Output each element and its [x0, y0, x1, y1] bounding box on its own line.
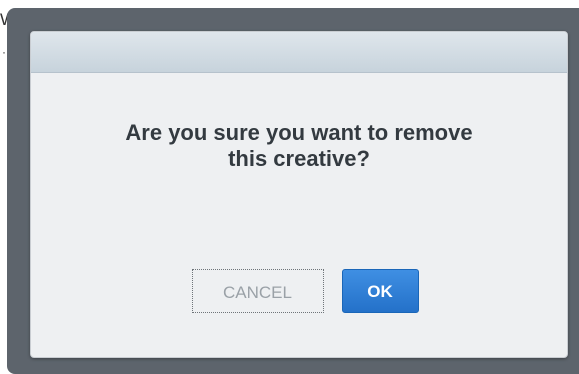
cancel-button[interactable]: CANCEL [191, 269, 324, 313]
background-text-fragment-2: · [2, 45, 6, 59]
dialog-buttons: CANCEL OK [31, 269, 567, 313]
dialog-message-line-2: this creative? [228, 146, 370, 171]
dialog-message-line-1: Are you sure you want to remove [125, 120, 473, 145]
dialog-message: Are you sure you want to remove this cre… [31, 120, 567, 172]
ok-button[interactable]: OK [341, 269, 419, 313]
confirm-dialog: Are you sure you want to remove this cre… [30, 31, 568, 358]
dialog-header [31, 32, 567, 73]
